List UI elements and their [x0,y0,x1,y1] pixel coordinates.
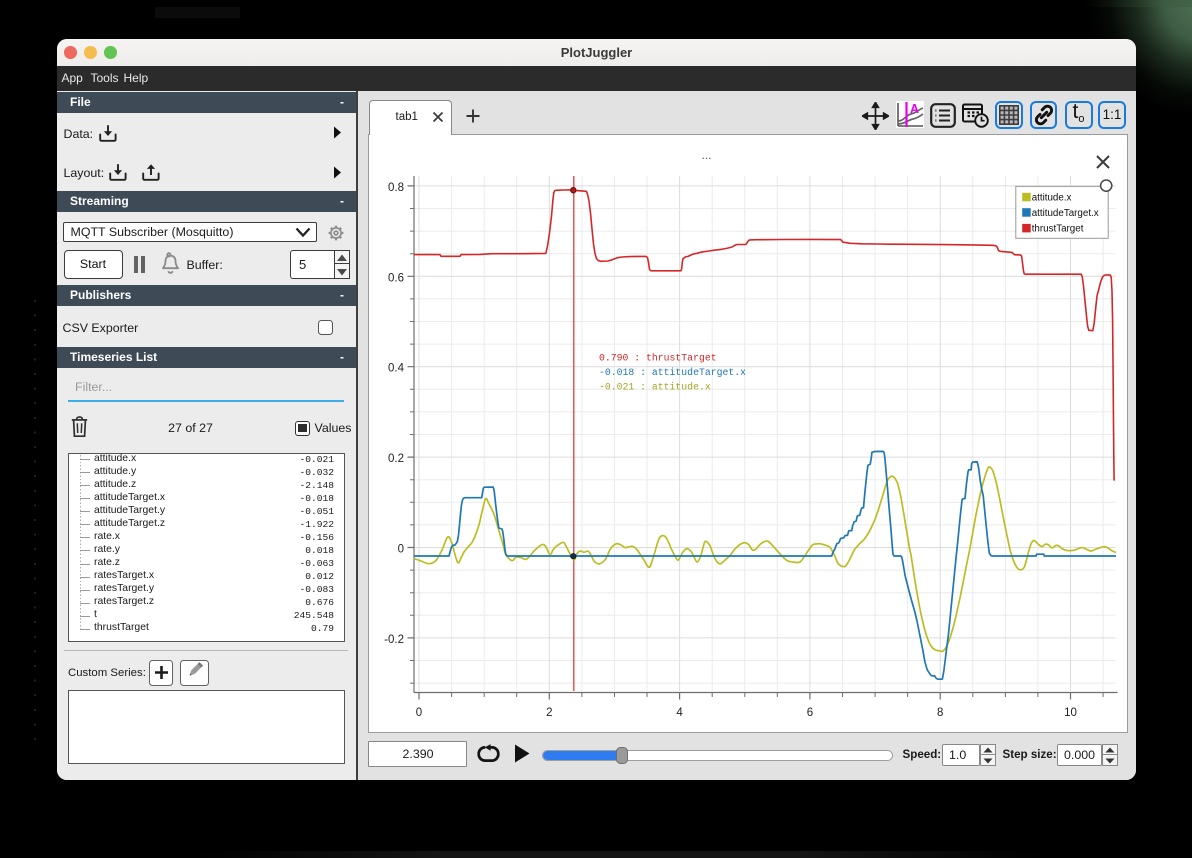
svg-text:0.6: 0.6 [388,272,404,284]
svg-text:attitude.x: attitude.x [1031,193,1071,204]
svg-text:thrustTarget: thrustTarget [1031,224,1083,235]
svg-text:4: 4 [676,707,683,719]
svg-text:A: A [910,102,919,116]
svg-text:0.8: 0.8 [388,182,404,194]
svg-text:0.4: 0.4 [388,363,405,375]
svg-text:6: 6 [806,707,812,719]
svg-text:0.790 : thrustTarget: 0.790 : thrustTarget [599,353,717,364]
svg-text:-0.2: -0.2 [384,634,404,646]
svg-text:0.2: 0.2 [388,453,404,465]
svg-text:...: ... [701,148,711,162]
svg-text:-0.021 : attitude.x: -0.021 : attitude.x [599,381,711,392]
svg-text:-0.018 : attitudeTarget.x: -0.018 : attitudeTarget.x [599,367,746,378]
svg-text:attitudeTarget.x: attitudeTarget.x [1031,208,1098,219]
svg-text:2: 2 [546,707,552,719]
svg-text:0: 0 [397,544,403,556]
svg-text:0: 0 [415,707,421,719]
svg-text:10: 10 [1064,707,1077,719]
svg-text:8: 8 [936,707,942,719]
